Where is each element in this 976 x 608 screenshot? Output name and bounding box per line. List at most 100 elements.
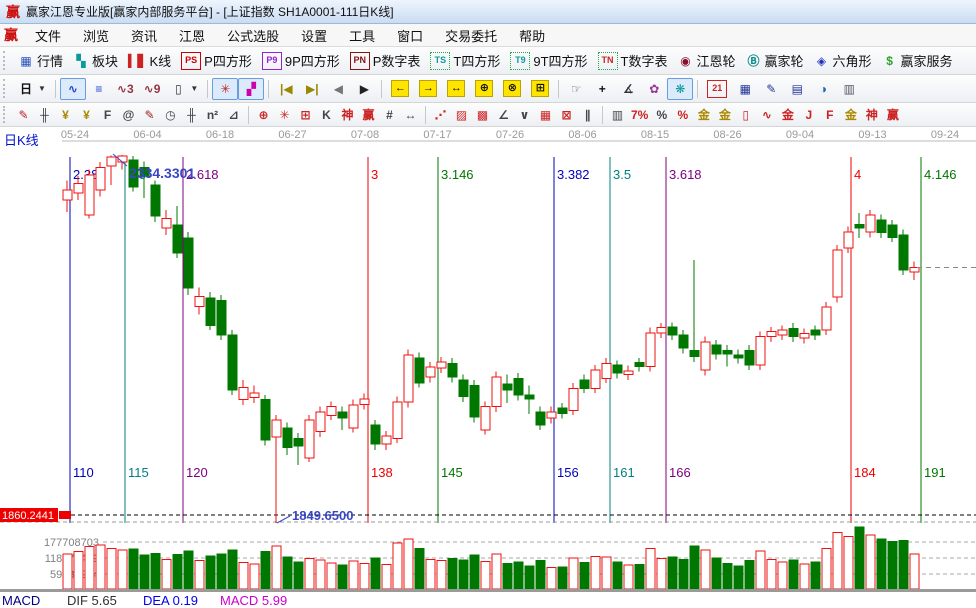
p9-square-button-button[interactable]: P99P四方形 — [257, 48, 345, 73]
grid-tool-2-button[interactable]: ⊠ — [556, 105, 577, 124]
candle-style-button[interactable]: ▯▼ — [165, 78, 203, 100]
smart-tool-button[interactable]: ❋ — [667, 78, 693, 100]
menu-item-2[interactable]: 资讯 — [120, 24, 168, 47]
winner-wheel-button-button[interactable]: Ⓑ赢家轮 — [741, 48, 809, 73]
pencil-tool-button[interactable]: ✎ — [13, 105, 34, 124]
save-button[interactable]: ▤ — [784, 78, 810, 100]
menu-item-8[interactable]: 交易委托 — [434, 24, 508, 47]
circle-cross-button[interactable]: ⊕ — [253, 105, 274, 124]
period-selector-dropdown-icon[interactable]: ▼ — [38, 84, 46, 93]
k-note-button[interactable]: K — [316, 105, 337, 124]
time-cycle-button[interactable]: ◷ — [160, 105, 181, 124]
wave-tool-button[interactable]: ∿ — [756, 105, 777, 124]
p-square-button-button[interactable]: PSP四方形 — [176, 48, 257, 73]
crosshair-button[interactable]: + — [589, 78, 615, 100]
kline-chart-svg[interactable]: 05-2406-0406-1806-2707-0807-1707-2608-06… — [0, 127, 976, 599]
kline-button-button[interactable]: ▍▋K线 — [123, 48, 176, 73]
gold-line-button[interactable]: 金 — [777, 105, 798, 124]
menu-item-1[interactable]: 浏览 — [72, 24, 120, 47]
gold-ruler-2-button[interactable]: ¥ — [76, 105, 97, 124]
shen-angle-button[interactable]: 神 — [861, 105, 882, 124]
parallel-lines-button[interactable]: ∥ — [577, 105, 598, 124]
gold-angle-button[interactable]: 金 — [840, 105, 861, 124]
percent-button[interactable]: % — [651, 105, 672, 124]
print-button[interactable]: ▥ — [836, 78, 862, 100]
angle-lines-button[interactable]: ∠ — [493, 105, 514, 124]
menu-item-5[interactable]: 设置 — [290, 24, 338, 47]
fan-grid-button[interactable]: ▩ — [472, 105, 493, 124]
candle-pencil-button[interactable]: ▯ — [735, 105, 756, 124]
menu-item-3[interactable]: 江恩 — [168, 24, 216, 47]
f-angle-button[interactable]: F — [819, 105, 840, 124]
gold-circle-button[interactable]: 金 — [693, 105, 714, 124]
star-burst-button[interactable]: ✳ — [274, 105, 295, 124]
f-ruler-button[interactable]: F — [97, 105, 118, 124]
zoom-horizontal-button[interactable]: ↔ — [442, 77, 470, 100]
shen-tool-button[interactable]: 神 — [337, 105, 358, 124]
ying-angle-button[interactable]: 赢 — [882, 105, 903, 124]
wave-3-button[interactable]: ∿3 — [112, 78, 139, 100]
quote-board-button[interactable]: ≡ — [86, 78, 112, 100]
p-number-table-button-button[interactable]: PNP数字表 — [345, 48, 426, 73]
sectors-button-button[interactable]: ▚板块 — [68, 48, 123, 73]
t9-square-button-button[interactable]: T99T四方形 — [505, 48, 592, 73]
fan-lines-button[interactable]: ⋰ — [430, 105, 451, 124]
menu-item-6[interactable]: 工具 — [338, 24, 386, 47]
grid-123-button[interactable]: # — [379, 105, 400, 124]
column-tool-button[interactable]: ▥ — [607, 105, 628, 124]
toolbar-drag-handle[interactable] — [3, 51, 9, 70]
menu-item-4[interactable]: 公式选股 — [216, 24, 290, 47]
marker-pencil-button[interactable]: ✎ — [139, 105, 160, 124]
percent-7-button[interactable]: 7% — [628, 105, 651, 124]
grid-tool-button[interactable]: ▦ — [535, 105, 556, 124]
expand-view-button[interactable]: ⊞ — [526, 77, 554, 100]
flower-tool-button[interactable]: ✿ — [641, 78, 667, 100]
tick-ruler-button[interactable]: ╫ — [181, 105, 202, 124]
pan-hand-button[interactable]: ☞ — [563, 78, 589, 100]
percent-line-button[interactable]: % — [672, 105, 693, 124]
network-button[interactable]: ◑ — [810, 78, 836, 100]
angle-tool-button[interactable]: ⊿ — [223, 105, 244, 124]
calendar-button[interactable]: 21 — [702, 77, 732, 101]
zoom-out-all-button[interactable]: ⊕ — [470, 77, 498, 100]
menu-item-9[interactable]: 帮助 — [508, 24, 556, 47]
toolbar-drag-handle[interactable] — [3, 79, 9, 98]
shift-left-button[interactable]: ← — [386, 77, 414, 100]
fan-box-button[interactable]: ▨ — [451, 105, 472, 124]
menu-item-0[interactable]: 文件 — [24, 24, 72, 47]
period-selector-button[interactable]: 日▼ — [13, 78, 51, 100]
candle-style-dropdown-icon[interactable]: ▼ — [190, 84, 198, 93]
calculator-button[interactable]: ▦ — [732, 78, 758, 100]
compress-view-button[interactable]: ⊗ — [498, 77, 526, 100]
menu-item-7[interactable]: 窗口 — [386, 24, 434, 47]
zigzag-tool-button[interactable]: ∿ — [60, 78, 86, 100]
t-number-table-button-button[interactable]: TNT数字表 — [593, 48, 673, 73]
nav-last-button[interactable]: ▶| — [299, 78, 325, 100]
j-angle-button[interactable]: J — [798, 105, 819, 124]
shift-right-button[interactable]: → — [414, 77, 442, 100]
check-tool-button[interactable]: ∨ — [514, 105, 535, 124]
n-square-button[interactable]: n² — [202, 105, 223, 124]
notes-button[interactable]: ✎ — [758, 78, 784, 100]
grid-target-button[interactable]: ⊞ — [295, 105, 316, 124]
gann-wheel-button-button[interactable]: ◉江恩轮 — [673, 48, 741, 73]
ying-tool-button[interactable]: 赢 — [358, 105, 379, 124]
winner-service-button-button[interactable]: $赢家服务 — [877, 48, 958, 73]
chart-area[interactable]: 日K线 05-2406-0406-1806-2707-0807-1707-260… — [0, 127, 976, 599]
nav-next-button[interactable]: ▶ — [351, 78, 377, 100]
gold-ruler-button[interactable]: ¥ — [55, 105, 76, 124]
pattern-search-button[interactable]: ✳ — [212, 78, 238, 100]
span-arrow-button[interactable]: ↔ — [400, 105, 421, 124]
volume-profile-button[interactable]: ▞ — [238, 78, 264, 100]
nav-prev-button[interactable]: ◀ — [325, 78, 351, 100]
hexagon-button-button[interactable]: ◈六角形 — [809, 48, 877, 73]
angle-measure-button[interactable]: ∡ — [615, 78, 641, 100]
gann-ruler-button[interactable]: ╫ — [34, 105, 55, 124]
nav-first-button[interactable]: |◀ — [273, 78, 299, 100]
gold-lines-button[interactable]: 金 — [714, 105, 735, 124]
spiral-tool-button[interactable]: @ — [118, 105, 139, 124]
wave-9-button[interactable]: ∿9 — [139, 78, 166, 100]
quotes-button-button[interactable]: ▦行情 — [13, 48, 68, 73]
toolbar-drag-handle[interactable] — [3, 106, 9, 122]
t-square-button-button[interactable]: TST四方形 — [425, 48, 505, 73]
